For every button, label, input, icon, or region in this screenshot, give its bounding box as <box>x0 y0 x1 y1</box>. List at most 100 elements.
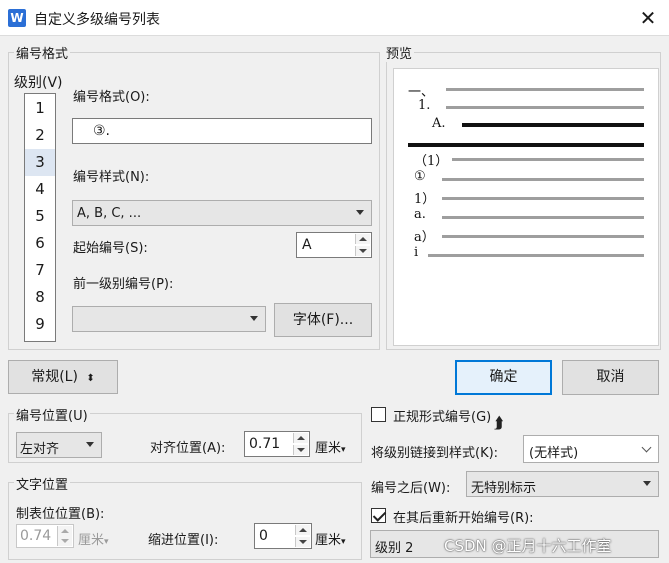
align-at-label: 对齐位置(A): <box>150 441 226 456</box>
indent-unit-value: 厘米 <box>315 533 342 548</box>
cancel-button[interactable]: 取消 <box>562 360 659 395</box>
general-toggle-button[interactable]: 常规(L) ⬍ <box>8 360 118 394</box>
align-at-spinner[interactable]: 0.71 <box>244 431 310 457</box>
tab-position-value: 0.74 <box>20 528 52 544</box>
chevron-down-icon <box>641 442 652 453</box>
after-number-value: 无特别标示 <box>471 481 537 496</box>
level-item-4[interactable]: 4 <box>25 176 55 203</box>
level-item-8[interactable]: 8 <box>25 284 55 311</box>
watermark: CSDN @正月十六工作室 <box>444 537 612 555</box>
level-item-2[interactable]: 2 <box>25 122 55 149</box>
preview-label-3: A. <box>432 116 446 131</box>
tab-position-spinner: 0.74 <box>16 524 74 548</box>
indent-spinner[interactable]: 0 <box>254 523 312 549</box>
align-at-value: 0.71 <box>249 436 281 452</box>
start-label: 起始编号(S): <box>73 241 148 256</box>
unit-arrow-icon: ▾ <box>341 537 346 547</box>
level-item-1[interactable]: 1 <box>25 95 55 122</box>
restart-numbering-label[interactable]: 在其后重新开始编号(R): <box>393 507 534 526</box>
indent-unit-dropdown[interactable]: 厘米▾ <box>315 529 346 548</box>
format-input[interactable]: ③. <box>72 118 372 144</box>
check-icon <box>372 508 387 522</box>
level-label: 级别(V) <box>14 75 63 91</box>
number-position-title: 编号位置(U) <box>14 405 90 424</box>
preview-pane: 一、 1. A. （1） ① 1） a. a） i <box>393 68 659 346</box>
level-item-7[interactable]: 7 <box>25 257 55 284</box>
ok-button[interactable]: 确定 <box>455 360 552 395</box>
legal-numbering-checkbox[interactable] <box>371 407 386 422</box>
style-dropdown-value: A, B, C, ... <box>77 206 142 221</box>
indent-value: 0 <box>259 528 268 544</box>
dropdown-arrow-icon <box>643 481 651 486</box>
title-bar: W 自定义多级编号列表 ✕ <box>0 0 669 36</box>
align-unit-dropdown[interactable]: 厘米▾ <box>315 437 346 456</box>
spin-down-icon <box>57 536 72 546</box>
spin-up-icon[interactable] <box>355 234 370 244</box>
preview-label-8: a） <box>414 230 435 245</box>
dropdown-arrow-icon <box>250 316 258 321</box>
level-item-9[interactable]: 9 <box>25 311 55 338</box>
after-number-label: 编号之后(W): <box>371 481 451 496</box>
preview-line <box>442 216 644 219</box>
dropdown-arrow-icon <box>356 210 364 215</box>
spin-up-icon <box>57 526 72 536</box>
tab-position-label: 制表位位置(B): <box>16 507 105 522</box>
general-button-label: 常规(L) <box>31 369 78 385</box>
level-item-5[interactable]: 5 <box>25 203 55 230</box>
preview-title: 预览 <box>384 43 415 62</box>
preview-label-6: 1） <box>414 192 436 207</box>
expand-toggle-icon: ⬍ <box>86 373 95 384</box>
unit-arrow-icon: ▾ <box>104 537 109 547</box>
align-unit-value: 厘米 <box>315 441 342 456</box>
prev-level-dropdown[interactable] <box>72 306 266 332</box>
close-icon[interactable]: ✕ <box>636 6 660 30</box>
wps-writer-icon: W <box>8 9 26 27</box>
preview-label-4: （1） <box>414 154 449 169</box>
preview-line <box>442 178 644 181</box>
preview-line <box>428 254 644 257</box>
start-spinner-value: A <box>302 237 312 253</box>
restart-numbering-checkbox[interactable] <box>371 508 387 523</box>
preview-line-selected <box>408 143 644 147</box>
spin-down-icon[interactable] <box>295 537 310 547</box>
preview-line <box>442 197 644 200</box>
spin-up-icon[interactable] <box>293 433 308 443</box>
restart-level-value: 级别 2 <box>375 541 414 556</box>
link-style-label: 将级别链接到样式(K): <box>371 446 499 461</box>
dropdown-arrow-icon <box>86 442 94 447</box>
preview-label-2: 1. <box>418 98 431 113</box>
alignment-dropdown[interactable]: 左对齐 <box>16 432 102 458</box>
spin-down-icon[interactable] <box>355 246 370 256</box>
tab-unit-dropdown: 厘米▾ <box>78 529 109 548</box>
font-button[interactable]: 字体(F)... <box>274 303 372 337</box>
level-listbox[interactable]: 1 2 3 4 5 6 7 8 9 <box>24 93 56 342</box>
format-input-value: ③. <box>93 123 111 139</box>
preview-label-9: i <box>414 245 419 260</box>
style-dropdown[interactable]: A, B, C, ... <box>72 200 372 226</box>
preview-label-5: ① <box>414 169 426 184</box>
mouse-cursor-icon: ⮭ <box>494 413 504 432</box>
spin-down-icon[interactable] <box>293 445 308 455</box>
link-style-dropdown[interactable]: (无样式) <box>523 435 659 463</box>
number-format-group-title: 编号格式 <box>14 43 71 62</box>
level-item-6[interactable]: 6 <box>25 230 55 257</box>
level-item-3[interactable]: 3 <box>25 149 55 176</box>
legal-numbering-label[interactable]: 正规形式编号(G) <box>393 406 491 425</box>
preview-line-selected <box>462 123 644 127</box>
preview-line <box>446 88 644 91</box>
start-spinner[interactable]: A <box>296 232 372 258</box>
preview-line <box>442 235 644 238</box>
unit-arrow-icon: ▾ <box>341 445 346 455</box>
prev-level-label: 前一级别编号(P): <box>73 277 174 292</box>
alignment-value: 左对齐 <box>20 442 60 457</box>
style-label: 编号样式(N): <box>73 170 150 185</box>
link-style-value: (无样式) <box>529 446 579 461</box>
after-number-dropdown[interactable]: 无特别标示 <box>466 471 659 497</box>
window-title: 自定义多级编号列表 <box>34 12 160 28</box>
format-label: 编号格式(O): <box>73 90 150 105</box>
preview-line <box>452 158 644 161</box>
preview-label-7: a. <box>414 207 426 222</box>
text-position-title: 文字位置 <box>14 474 71 493</box>
spin-up-icon[interactable] <box>295 525 310 535</box>
indent-label: 缩进位置(I): <box>148 533 219 548</box>
